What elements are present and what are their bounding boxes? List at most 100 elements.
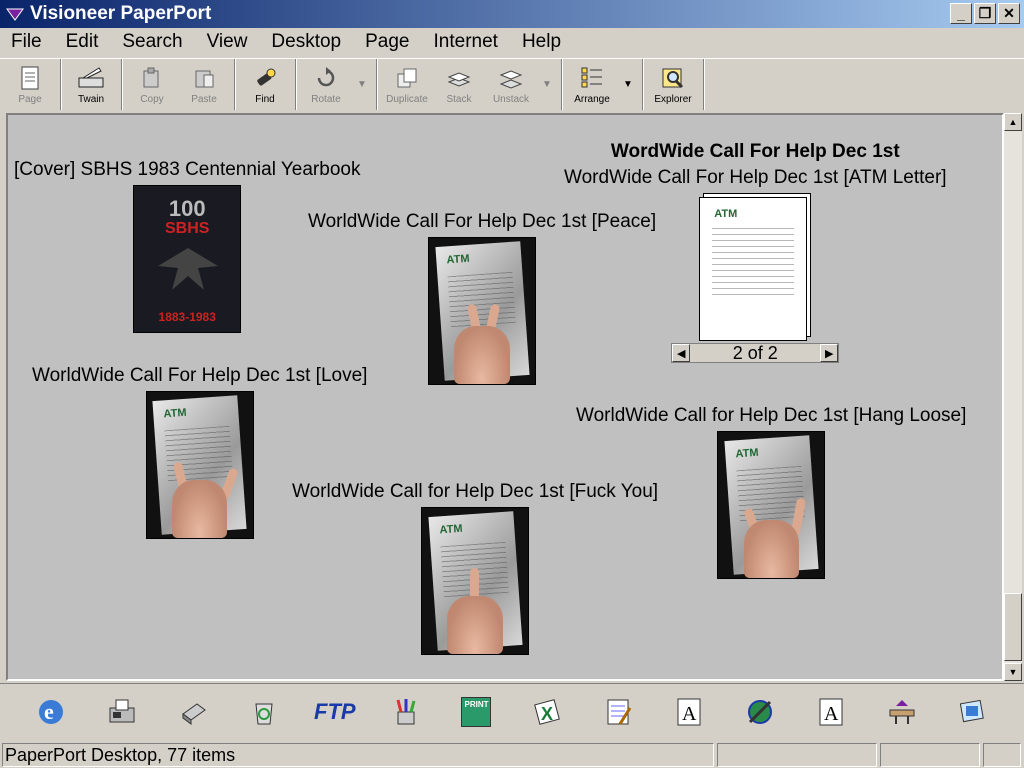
paperport-desktop[interactable]: [Cover] SBHS 1983 Centennial Yearbook 10… [6, 113, 1004, 681]
window-title: Visioneer PaperPort [30, 3, 212, 24]
item-title: WorldWide Call For Help Dec 1st [Love] [32, 365, 368, 386]
printer-icon[interactable] [175, 694, 211, 730]
twain-label: Twain [77, 94, 105, 105]
cover-top-text: 100 [168, 196, 206, 221]
next-page-button[interactable]: ▶ [820, 344, 839, 362]
restore-button[interactable]: ❐ [974, 3, 996, 24]
hand-love-sign [172, 479, 228, 538]
vertical-scrollbar[interactable]: ▲ ▼ [1004, 113, 1022, 681]
word-doc-icon[interactable]: A [813, 694, 849, 730]
middle-finger-letter-thumbnail[interactable]: ATM [421, 507, 530, 655]
svg-text:X: X [541, 704, 553, 724]
letter-text-lines [447, 271, 516, 327]
scroll-down-button[interactable]: ▼ [1004, 663, 1022, 681]
hand-hang-loose-sign [743, 519, 799, 578]
status-pane-2 [717, 743, 877, 767]
atm-logo: ATM [163, 406, 188, 421]
duplicate-button[interactable]: Duplicate [381, 59, 433, 110]
prev-page-button[interactable]: ◀ [672, 344, 691, 362]
pager-text: 2 of 2 [732, 343, 778, 363]
find-label: Find [255, 94, 275, 105]
inbox-icon[interactable] [884, 694, 920, 730]
recycle-icon[interactable] [246, 694, 282, 730]
minimize-button[interactable]: _ [950, 3, 972, 24]
arrange-dropdown-icon[interactable]: ▼ [618, 59, 638, 110]
atm-logo: ATM [445, 252, 470, 267]
explorer-label: Explorer [654, 94, 692, 105]
rotate-icon [312, 64, 340, 92]
flashlight-icon [251, 64, 279, 92]
menu-page[interactable]: Page [353, 31, 421, 53]
print-label: PRINT [464, 699, 489, 709]
stack-heading: WordWide Call For Help Dec 1st [610, 141, 900, 162]
paste-button[interactable]: Paste [178, 59, 230, 110]
stack-button[interactable]: Stack [433, 59, 485, 110]
atm-logo: ATM [714, 208, 738, 220]
item-title: WorldWide Call for Help Dec 1st [Hang Lo… [576, 405, 967, 426]
internet-explorer-icon[interactable]: e [33, 694, 69, 730]
unstack-label: Unstack [492, 94, 530, 105]
atm-logo: ATM [734, 446, 759, 461]
scan-to-app-icon[interactable] [954, 694, 990, 730]
menu-search[interactable]: Search [110, 31, 194, 53]
svg-text:e: e [44, 699, 54, 724]
explorer-icon [659, 64, 687, 92]
arrange-icon [578, 64, 606, 92]
status-pane-3 [880, 743, 980, 767]
stack-pager: ◀ 2 of 2 ▶ [671, 343, 840, 363]
love-letter-thumbnail[interactable]: ATM [145, 391, 254, 539]
menu-desktop[interactable]: Desktop [259, 31, 353, 53]
page-icon [16, 64, 44, 92]
menu-edit[interactable]: Edit [54, 31, 111, 53]
status-text: PaperPort Desktop, 77 items [2, 743, 714, 767]
hang-loose-letter-thumbnail[interactable]: ATM [717, 431, 826, 579]
toolbar: Page Twain Copy Paste Find Rotate ▼ Dupl… [0, 58, 1024, 110]
desktop-item-middle-finger[interactable]: WorldWide Call for Help Dec 1st [Fuck Yo… [292, 481, 658, 655]
print-shop-icon[interactable]: PRINT [458, 694, 494, 730]
arrange-label: Arrange [574, 94, 610, 105]
arrange-button[interactable]: Arrange [566, 59, 618, 110]
ftp-icon[interactable]: FTP [314, 694, 356, 730]
duplicate-icon [393, 64, 421, 92]
text-doc-icon[interactable]: A [671, 694, 707, 730]
scrollbar-thumb[interactable] [1004, 593, 1022, 661]
unstack-button[interactable]: Unstack [485, 59, 537, 110]
excel-icon[interactable]: X [529, 694, 565, 730]
menu-help[interactable]: Help [510, 31, 573, 53]
rotate-label: Rotate [311, 94, 341, 105]
copy-button[interactable]: Copy [126, 59, 178, 110]
yearbook-cover-thumbnail[interactable]: 100 SBHS 1883-1983 [133, 185, 242, 333]
item-title: WordWide Call For Help Dec 1st [ATM Lett… [564, 167, 947, 188]
atm-letter-thumbnail[interactable]: ATM [699, 193, 812, 341]
scroll-up-button[interactable]: ▲ [1004, 113, 1022, 131]
paint-icon[interactable] [388, 694, 424, 730]
menu-file[interactable]: File [0, 31, 54, 53]
twain-button[interactable]: Twain [65, 59, 117, 110]
find-button[interactable]: Find [239, 59, 291, 110]
rotate-button[interactable]: Rotate [300, 59, 352, 110]
explorer-button[interactable]: Explorer [647, 59, 699, 110]
ftp-label: FTP [314, 698, 356, 724]
scanner-icon [77, 64, 105, 92]
close-button[interactable]: ✕ [998, 3, 1020, 24]
paperport-app-icon[interactable] [4, 3, 26, 25]
unstack-dropdown-icon[interactable]: ▼ [537, 59, 557, 110]
hand-peace-sign [454, 325, 510, 384]
menu-view[interactable]: View [195, 31, 260, 53]
atm-logo: ATM [438, 522, 463, 537]
notepad-icon[interactable] [600, 694, 636, 730]
fax-icon[interactable] [104, 694, 140, 730]
paste-icon [190, 64, 218, 92]
letter-text-lines [712, 228, 795, 300]
peace-letter-thumbnail[interactable]: ATM [428, 237, 537, 385]
netscape-icon[interactable] [742, 694, 778, 730]
menu-internet[interactable]: Internet [422, 31, 510, 53]
eagle-icon [158, 248, 219, 290]
stack-front-page: ATM [699, 197, 808, 341]
send-to-bar: e FTP PRINT X A A [0, 683, 1024, 739]
svg-text:A: A [682, 703, 697, 725]
rotate-dropdown-icon[interactable]: ▼ [352, 59, 372, 110]
desktop-item-atm-letter-stack[interactable]: WordWide Call For Help Dec 1st WordWide … [564, 141, 947, 363]
page-label: Page [18, 94, 42, 105]
page-button[interactable]: Page [4, 59, 56, 110]
